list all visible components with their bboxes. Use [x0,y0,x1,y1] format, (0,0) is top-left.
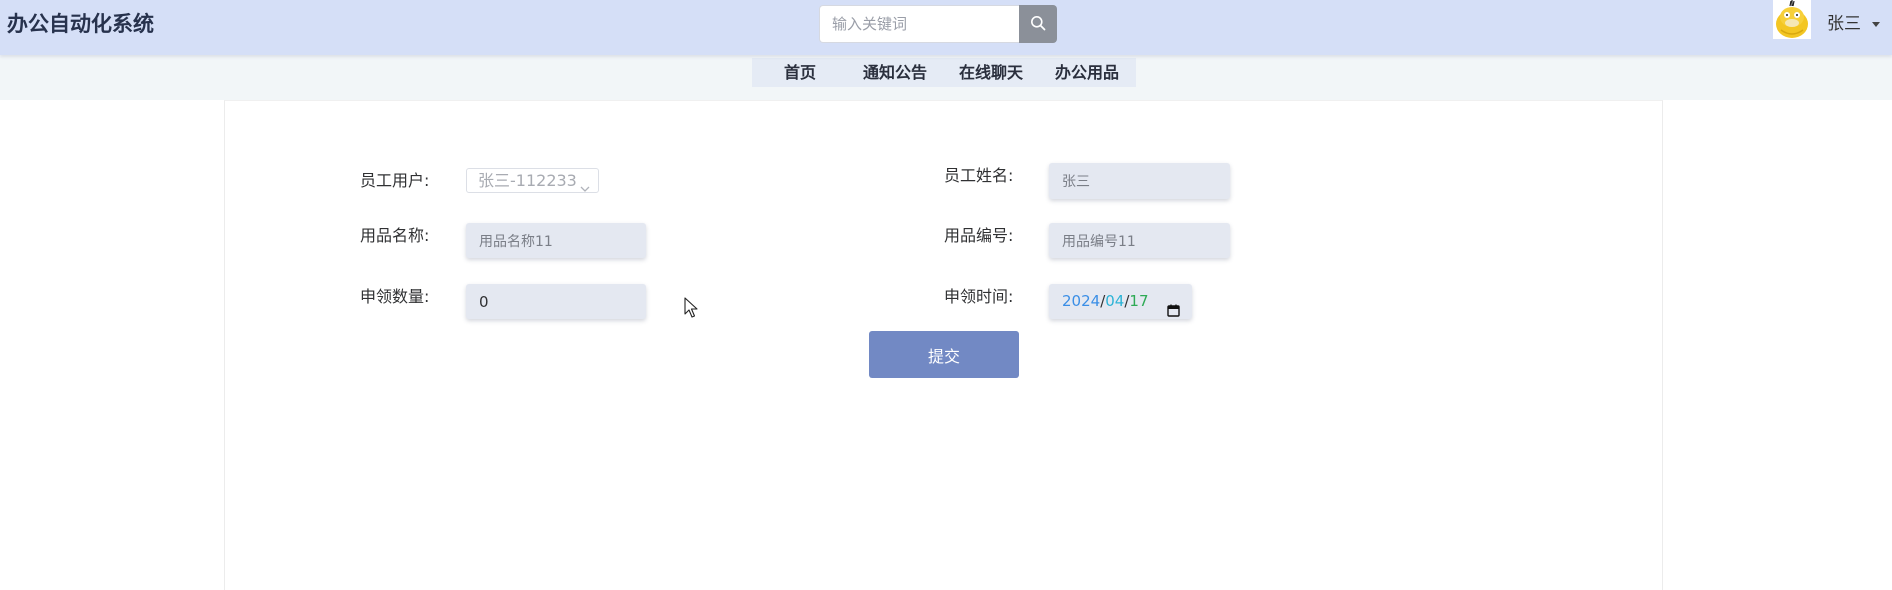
date-year: 2024 [1062,292,1101,310]
nav-item-notices[interactable]: 通知公告 [863,58,927,87]
nav-menu: 首页 通知公告 在线聊天 办公用品 [752,58,1136,87]
date-day: 17 [1129,292,1149,310]
search-icon [1030,15,1046,34]
nav-item-chat[interactable]: 在线聊天 [959,58,1023,87]
calendar-icon[interactable] [1167,295,1180,330]
apply-date-input[interactable]: 2024/04/17 [1049,284,1192,319]
search-button[interactable] [1019,5,1057,43]
employee-name-label: 员工姓名: [944,166,1014,185]
quantity-input[interactable] [466,284,646,319]
item-name-input[interactable] [466,223,646,258]
nav-strip: 首页 通知公告 在线聊天 办公用品 [0,55,1892,100]
submit-button[interactable]: 提交 [869,331,1019,378]
employee-user-value: 张三-112233 [478,171,577,190]
search-input[interactable] [819,5,1019,43]
nav-item-office-supplies[interactable]: 办公用品 [1055,58,1119,87]
mouse-cursor-icon [684,297,700,323]
app-title: 办公自动化系统 [7,12,154,36]
employee-user-select[interactable]: 张三-112233 [466,168,599,193]
user-name[interactable]: 张三 [1827,13,1861,35]
date-month: 04 [1105,292,1125,310]
item-name-label: 用品名称: [360,226,430,245]
nav-item-home[interactable]: 首页 [784,58,816,87]
caret-down-icon[interactable] [1872,22,1880,27]
employee-name-input[interactable] [1049,163,1230,199]
apply-date-label: 申领时间: [944,287,1014,306]
top-header: 办公自动化系统 张三 [0,0,1892,55]
item-code-input[interactable] [1049,223,1230,258]
quantity-label: 申领数量: [360,287,430,306]
avatar[interactable] [1773,0,1811,39]
duck-avatar-icon [1773,0,1811,39]
item-code-label: 用品编号: [944,226,1014,245]
chevron-down-icon [580,176,590,199]
employee-user-label: 员工用户: [360,171,430,190]
